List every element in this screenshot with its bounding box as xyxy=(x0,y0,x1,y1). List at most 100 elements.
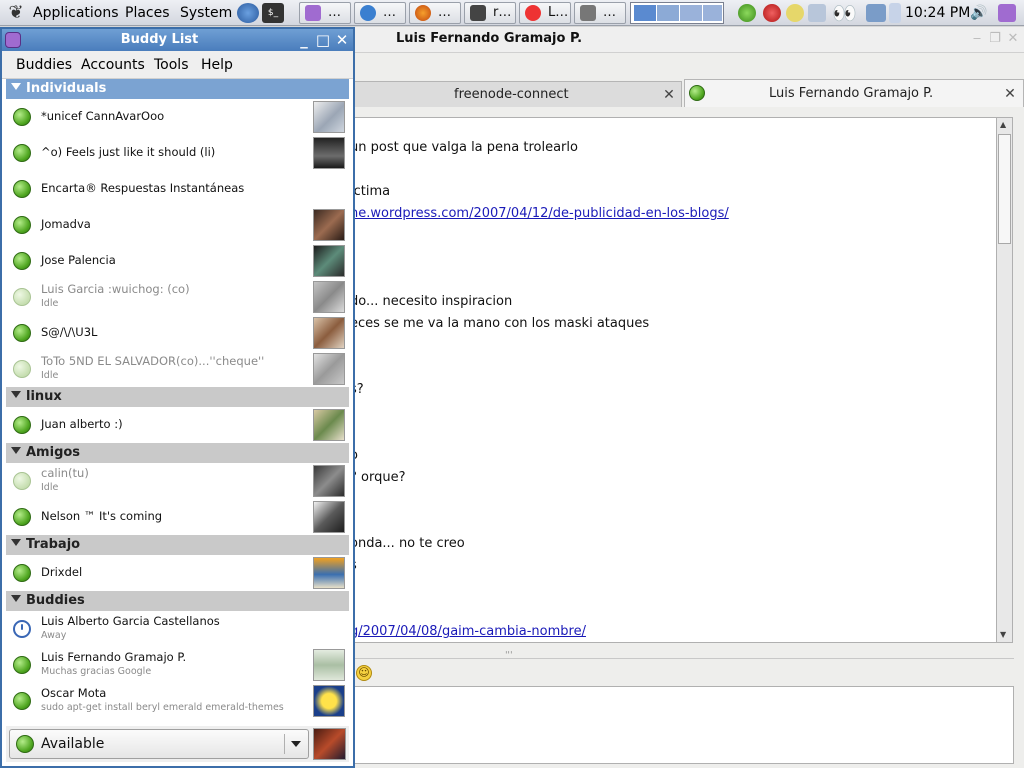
workspace-1[interactable] xyxy=(634,5,656,21)
available-status-icon xyxy=(13,252,31,270)
buddy-row[interactable]: Luis Alberto Garcia Castellanos Away xyxy=(6,611,349,647)
expander-icon[interactable] xyxy=(11,83,21,90)
chat-link[interactable]: g/2007/04/08/gaim-cambia-nombre/ xyxy=(350,624,586,639)
available-status-icon xyxy=(13,144,31,162)
buddy-row[interactable]: Encarta® Respuestas Instantáneas xyxy=(6,171,349,207)
status-label: Available xyxy=(41,736,105,752)
group-individuals[interactable]: Individuals xyxy=(6,79,349,99)
group-trabajo[interactable]: Trabajo xyxy=(6,535,349,555)
menu-buddies[interactable]: Buddies xyxy=(16,51,72,79)
applications-menu[interactable]: Applications xyxy=(33,0,119,26)
pidgin-tray-icon[interactable] xyxy=(998,4,1016,22)
menu-accounts[interactable]: Accounts xyxy=(81,51,145,79)
stop-tray-icon[interactable] xyxy=(763,4,781,22)
smiley-icon[interactable]: ☺ xyxy=(356,665,372,681)
buddy-row[interactable]: S@/\/\U3L xyxy=(6,315,349,351)
chat-icon xyxy=(525,5,541,21)
upload-tray-icon[interactable] xyxy=(889,3,901,23)
status-selector[interactable]: Available xyxy=(9,729,309,759)
minimize-button[interactable]: ‒ xyxy=(970,32,984,46)
group-amigos[interactable]: Amigos xyxy=(6,443,349,463)
buddy-row[interactable]: *unicef CannAvarOoo xyxy=(6,99,349,135)
buddy-list-window: Buddy List _ □ ✕ Buddies Accounts Tools … xyxy=(0,27,355,768)
tab-freenode-connect[interactable]: freenode-connect ✕ xyxy=(350,81,682,107)
buddy-row[interactable]: calin(tu) Idle xyxy=(6,463,349,499)
camera-icon xyxy=(580,5,596,21)
maximize-button[interactable]: ❐ xyxy=(988,32,1002,46)
gnome-foot-icon[interactable]: ❦ xyxy=(5,2,27,24)
taskbar-terminal[interactable]: r… xyxy=(464,2,516,24)
message-entry[interactable] xyxy=(350,686,1014,764)
top-panel: ❦ Applications Places System $_ … … … r…… xyxy=(0,0,1024,26)
clock[interactable]: 10:24 PM xyxy=(905,0,970,26)
taskbar-camera[interactable]: … xyxy=(574,2,626,24)
terminal-launcher-icon[interactable]: $_ xyxy=(262,3,284,23)
system-menu[interactable]: System xyxy=(180,0,232,26)
close-button[interactable]: ✕ xyxy=(1006,32,1020,46)
expander-icon[interactable] xyxy=(11,391,21,398)
tab-luis-fernando[interactable]: Luis Fernando Gramajo P. ✕ xyxy=(684,79,1024,107)
buddy-row[interactable]: ToTo 5ND EL SALVADOR(co)...''cheque'' Idl… xyxy=(6,351,349,387)
places-menu[interactable]: Places xyxy=(125,0,170,26)
available-status-icon xyxy=(13,180,31,198)
buddy-list-titlebar: Buddy List _ □ ✕ xyxy=(2,29,353,51)
tab-close-icon[interactable]: ✕ xyxy=(662,88,676,102)
workspace-3[interactable] xyxy=(680,5,702,21)
workspace-switcher[interactable] xyxy=(630,2,724,24)
buddy-row[interactable]: Jomadva xyxy=(6,207,349,243)
available-status-icon xyxy=(13,216,31,234)
chat-scrollbar[interactable]: ▲ ▼ xyxy=(996,117,1013,643)
idle-status-icon xyxy=(13,288,31,306)
buddy-row[interactable]: Juan alberto :) xyxy=(6,407,349,443)
menu-help[interactable]: Help xyxy=(201,51,233,79)
buddy-row[interactable]: ^o) Feels just like it should (li) xyxy=(6,135,349,171)
chat-history[interactable]: un post que valga la pena trolearlo icti… xyxy=(350,117,1000,643)
chevron-down-icon[interactable] xyxy=(291,741,301,747)
workspace-2[interactable] xyxy=(657,5,679,21)
group-buddies[interactable]: Buddies xyxy=(6,591,349,611)
chat-link[interactable]: ne.wordpress.com/2007/04/12/de-publicida… xyxy=(350,206,729,221)
taskbar-firefox[interactable]: … xyxy=(409,2,461,24)
eyes-tray-icon[interactable]: 👀 xyxy=(832,3,864,23)
available-status-icon xyxy=(13,564,31,582)
tab-label: Luis Fernando Gramajo P. xyxy=(769,86,934,101)
workspace-4[interactable] xyxy=(703,5,722,21)
messenger-tray-icon[interactable] xyxy=(786,4,804,22)
tab-close-icon[interactable]: ✕ xyxy=(1003,87,1017,101)
buddy-row[interactable]: Jose Palencia xyxy=(6,243,349,279)
status-tray-icon[interactable] xyxy=(738,4,756,22)
menu-tools[interactable]: Tools xyxy=(154,51,189,79)
buddy-row[interactable]: Nelson ™ It's coming xyxy=(6,499,349,535)
minimize-button[interactable]: _ xyxy=(295,31,313,49)
buddy-avatar xyxy=(313,557,345,589)
taskbar-xchat[interactable]: … xyxy=(354,2,406,24)
scroll-down-icon[interactable]: ▼ xyxy=(1000,630,1009,639)
account-avatar[interactable] xyxy=(313,728,346,760)
scroll-thumb[interactable] xyxy=(998,134,1011,244)
firefox-icon xyxy=(415,5,431,21)
pane-resize-handle[interactable]: ˌˌˌ xyxy=(505,645,512,655)
expander-icon[interactable] xyxy=(11,595,21,602)
buddy-tree: Individuals *unicef CannAvarOoo ^o) Feel… xyxy=(6,79,349,723)
buddy-row[interactable]: Drixdel xyxy=(6,555,349,591)
buddy-avatar xyxy=(313,409,345,441)
maximize-button[interactable]: □ xyxy=(314,31,332,49)
buddy-avatar xyxy=(313,137,345,169)
buddy-list-menubar: Buddies Accounts Tools Help xyxy=(2,51,353,79)
buddy-row[interactable]: Luis Garcia :wuichog: (co) Idle xyxy=(6,279,349,315)
network-tray-icon[interactable] xyxy=(808,4,826,22)
expander-icon[interactable] xyxy=(11,539,21,546)
group-linux[interactable]: linux xyxy=(6,387,349,407)
buddy-avatar xyxy=(313,465,345,497)
buddy-row[interactable]: Oscar Mota sudo apt-get install beryl eme… xyxy=(6,683,349,719)
volume-icon[interactable]: 🔊 xyxy=(970,3,990,23)
taskbar-chat[interactable]: L… xyxy=(519,2,571,24)
conversation-window: Luis Fernando Gramajo P. ‒ ❐ ✕ freenode-… xyxy=(350,27,1024,768)
expander-icon[interactable] xyxy=(11,447,21,454)
close-button[interactable]: ✕ xyxy=(333,31,351,49)
scroll-up-icon[interactable]: ▲ xyxy=(1000,120,1009,129)
buddy-row[interactable]: Luis Fernando Gramajo P. Muchas gracias G… xyxy=(6,647,349,683)
network-manager-icon[interactable] xyxy=(866,4,886,22)
web-browser-launcher-icon[interactable] xyxy=(237,3,259,23)
taskbar-pidgin[interactable]: … xyxy=(299,2,351,24)
